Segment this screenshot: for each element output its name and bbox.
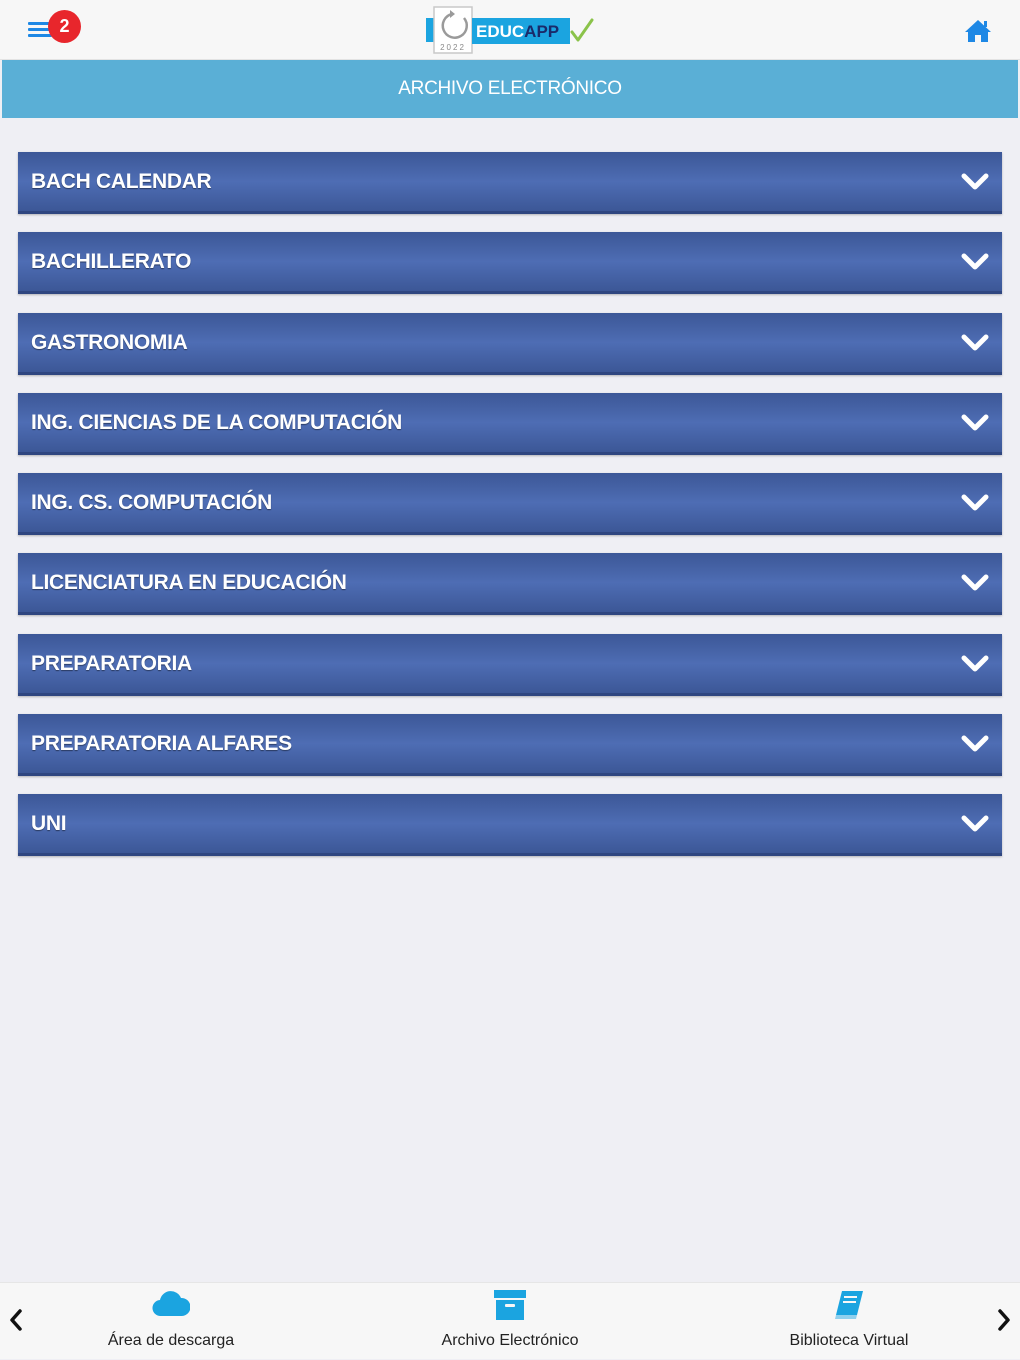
chevron-down-icon [961, 574, 989, 591]
chevron-right-icon[interactable] [994, 1305, 1014, 1335]
archive-box-icon [494, 1290, 526, 1320]
folder-item[interactable]: ING. CS. COMPUTACIÓN [18, 473, 1002, 536]
folder-item[interactable]: BACHILLERATO [18, 232, 1002, 295]
chevron-down-icon [961, 655, 989, 672]
chevron-down-icon [961, 735, 989, 752]
chevron-down-icon [961, 253, 989, 270]
tab-area-de-descarga[interactable]: Área de descarga [96, 1283, 246, 1360]
folder-item[interactable]: UNI [18, 794, 1002, 857]
tab-archivo-electronico[interactable]: Archivo Electrónico [425, 1283, 595, 1360]
folder-label: BACHILLERATO [31, 250, 192, 274]
tab-label: Área de descarga [107, 1332, 235, 1349]
folder-label: ING. CIENCIAS DE LA COMPUTACIÓN [31, 410, 403, 434]
folder-item[interactable]: BACH CALENDAR [18, 152, 1002, 214]
folder-list: BACH CALENDAR BACHILLERATO GASTRONOMIA I… [18, 152, 1002, 875]
top-bar: 2 2022 EDUCAPP [0, 0, 1020, 60]
chevron-down-icon [961, 815, 989, 832]
page-title-bar: ARCHIVO ELECTRÓNICO [2, 60, 1018, 118]
page-title: ARCHIVO ELECTRÓNICO [398, 78, 622, 99]
folder-label: PREPARATORIA ALFARES [31, 732, 292, 756]
chevron-down-icon [961, 334, 989, 351]
bottom-nav: Área de descarga Archivo Electrónico Bib… [0, 1282, 1020, 1359]
home-icon[interactable] [964, 18, 992, 44]
notification-badge[interactable]: 2 [48, 10, 81, 43]
tab-label: Archivo Electrónico [441, 1332, 579, 1349]
folder-item[interactable]: ING. CIENCIAS DE LA COMPUTACIÓN [18, 392, 1002, 455]
folder-item[interactable]: GASTRONOMIA [18, 312, 1002, 375]
folder-label: PREPARATORIA [31, 651, 192, 675]
folder-label: LICENCIATURA EN EDUCACIÓN [31, 571, 347, 595]
educapp-logo: 2022 EDUCAPP [426, 6, 594, 54]
chevron-left-icon[interactable] [6, 1305, 26, 1335]
chevron-down-icon [961, 173, 989, 190]
folder-item[interactable]: PREPARATORIA ALFARES [18, 714, 1002, 777]
folder-label: GASTRONOMIA [31, 330, 188, 354]
svg-text:2022: 2022 [440, 43, 466, 52]
folder-label: BACH CALENDAR [31, 170, 212, 193]
chevron-down-icon [961, 414, 989, 431]
folder-label: ING. CS. COMPUTACIÓN [31, 491, 272, 515]
book-icon [835, 1291, 863, 1319]
cloud-icon [152, 1291, 190, 1317]
tab-biblioteca-virtual[interactable]: Biblioteca Virtual [772, 1283, 926, 1360]
tab-label: Biblioteca Virtual [789, 1332, 909, 1349]
folder-label: UNI [31, 812, 67, 836]
svg-text:EDUCAPP: EDUCAPP [476, 22, 559, 41]
folder-item[interactable]: LICENCIATURA EN EDUCACIÓN [18, 553, 1002, 616]
chevron-down-icon [961, 494, 989, 511]
folder-item[interactable]: PREPARATORIA [18, 633, 1002, 696]
